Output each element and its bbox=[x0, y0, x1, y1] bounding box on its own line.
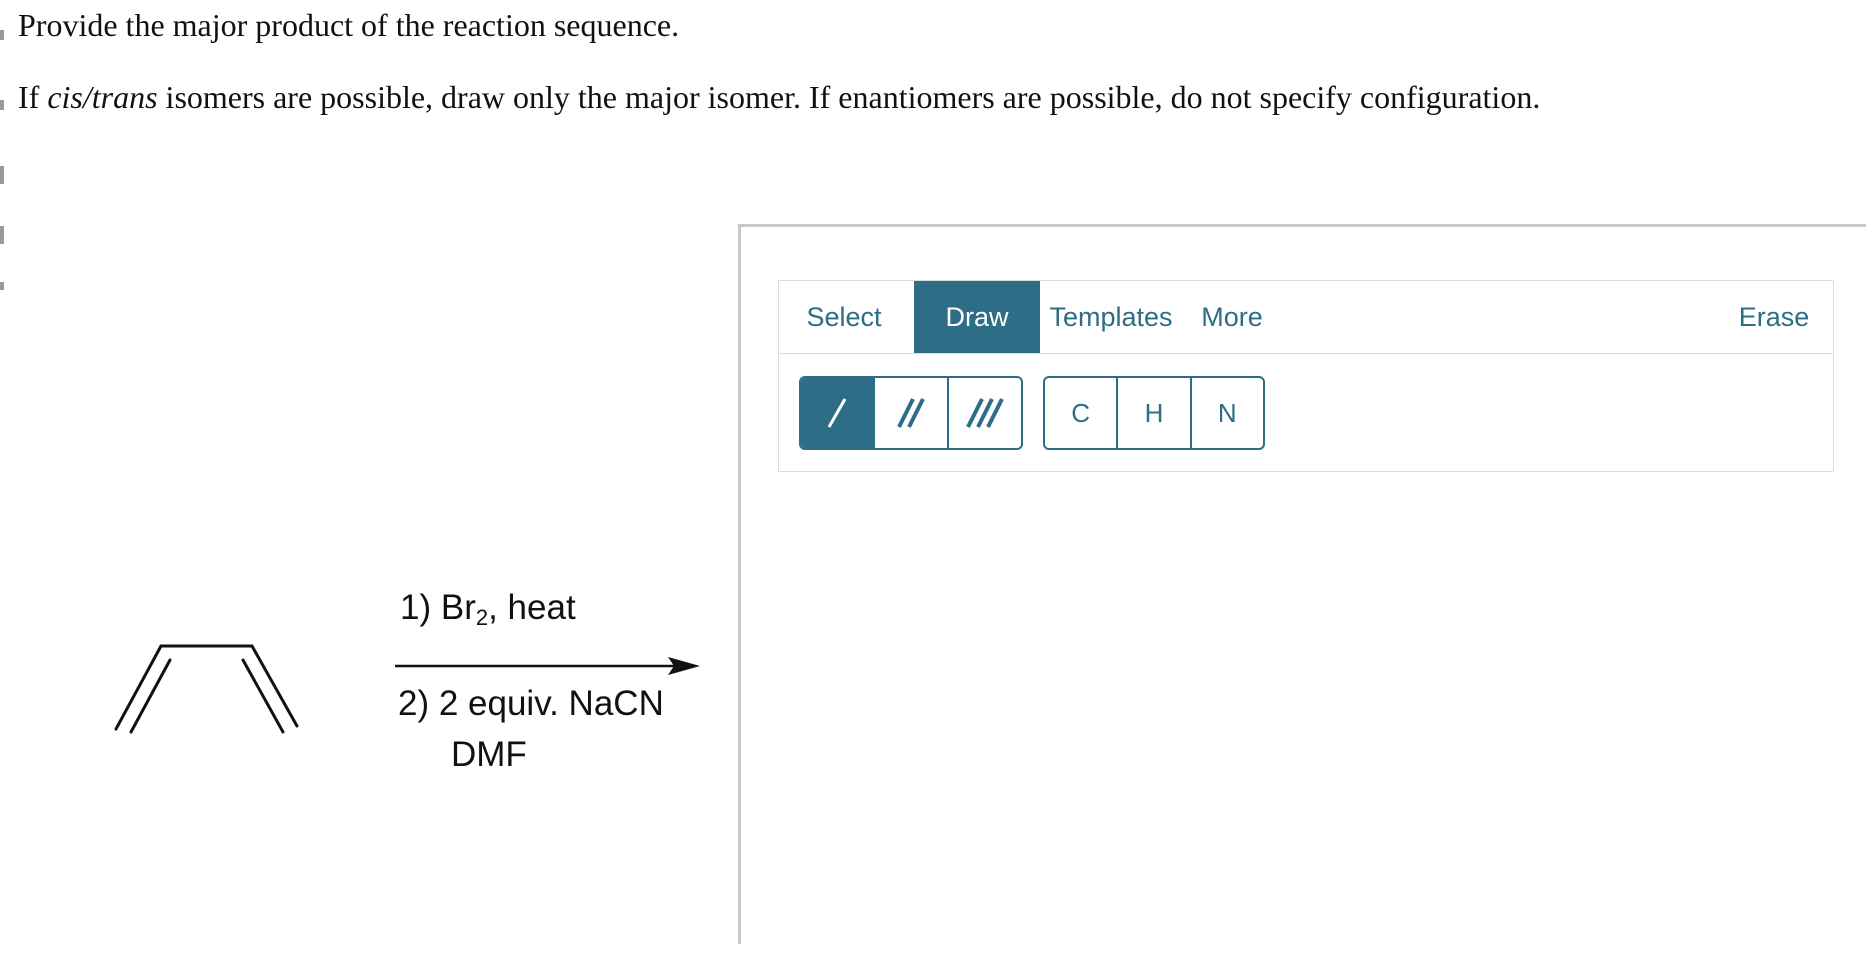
question-prompt-text: Provide the major product of the reactio… bbox=[18, 7, 680, 43]
reaction-scheme bbox=[114, 644, 700, 734]
double-bond-tool[interactable] bbox=[875, 378, 949, 448]
editor-tool-panel: C H N bbox=[778, 354, 1834, 472]
reagent-step-1-suffix: , heat bbox=[488, 588, 576, 627]
single-bond-icon bbox=[827, 398, 847, 428]
atom-tool-group: C H N bbox=[1043, 376, 1265, 450]
bond-tool-group bbox=[799, 376, 1023, 450]
tab-select[interactable]: Select bbox=[789, 281, 899, 353]
question-instructions: If cis/trans isomers are possible, draw … bbox=[18, 78, 1540, 116]
instructions-rest: isomers are possible, draw only the majo… bbox=[157, 79, 1541, 115]
reagent-step-1: 1) Br2, heat bbox=[400, 588, 576, 631]
reagent-step-1-subscript: 2 bbox=[475, 605, 489, 630]
tab-templates[interactable]: Templates bbox=[1045, 281, 1177, 353]
double-bond-icon bbox=[897, 398, 925, 428]
erase-button[interactable]: Erase bbox=[1729, 281, 1819, 353]
instructions-prefix: If bbox=[18, 79, 48, 115]
edge-mark bbox=[0, 282, 4, 290]
question-prompt: Provide the major product of the reactio… bbox=[18, 6, 679, 44]
butadiene-structure bbox=[114, 644, 299, 734]
tab-more[interactable]: More bbox=[1187, 281, 1277, 353]
reagent-step-2: 2) 2 equiv. NaCN bbox=[398, 684, 664, 723]
double-bond-left-inner bbox=[129, 658, 172, 734]
edge-mark bbox=[0, 30, 4, 40]
atom-c-button[interactable]: C bbox=[1045, 378, 1119, 448]
instructions-slash: / bbox=[82, 79, 92, 115]
edge-mark bbox=[0, 226, 4, 244]
editor-tab-bar: Select Draw Templates More Erase bbox=[778, 280, 1834, 354]
edge-mark bbox=[0, 166, 4, 184]
atom-h-button[interactable]: H bbox=[1118, 378, 1192, 448]
instructions-cis: cis bbox=[47, 79, 83, 115]
triple-bond-icon bbox=[966, 398, 1004, 428]
tab-draw[interactable]: Draw bbox=[914, 281, 1040, 353]
triple-bond-tool[interactable] bbox=[949, 378, 1021, 448]
atom-n-button[interactable]: N bbox=[1192, 378, 1263, 448]
instructions-trans: trans bbox=[91, 79, 158, 115]
single-bond-tool[interactable] bbox=[801, 378, 875, 448]
reaction-arrow bbox=[395, 657, 700, 675]
reagent-step-1-text: 1) Br bbox=[400, 588, 476, 627]
edge-mark bbox=[0, 100, 4, 110]
reagent-solvent: DMF bbox=[451, 735, 527, 774]
double-bond-right-inner bbox=[241, 658, 285, 734]
